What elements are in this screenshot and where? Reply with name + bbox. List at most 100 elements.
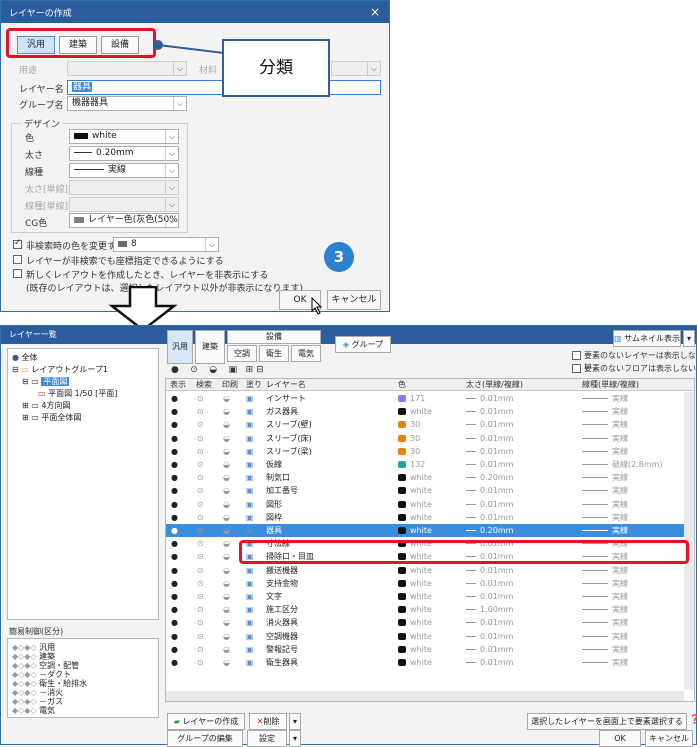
fill-icon[interactable]: ▣ [246,471,254,484]
create-layer-button[interactable]: ▰ レイヤーの作成 [167,713,245,730]
search-icon[interactable]: ⊙ [197,550,204,563]
fill-icon[interactable]: ▣ [246,630,254,643]
col-header-print[interactable]: 印刷 [222,379,238,391]
search-icon[interactable]: ⊙ [197,616,204,629]
print-icon[interactable]: ◒ [223,498,230,511]
fill-icon[interactable]: ▣ [246,484,254,497]
hide-new-layout-checkbox[interactable] [13,269,22,278]
search-icon[interactable]: ⊙ [197,537,204,550]
print-icon[interactable]: ◒ [223,471,230,484]
table-row[interactable]: ● ⊙ ◒ ▣ 文字 white 0.01mm 実線 [166,590,694,603]
col-header-fill[interactable]: 塗り [246,379,262,391]
print-icon[interactable]: ◒ [223,603,230,616]
fill-icon[interactable]: ▣ [246,564,254,577]
settings-button[interactable]: 設定 [247,730,287,747]
print-icon[interactable]: ◒ [223,524,230,537]
select-on-screen-button[interactable]: 選択したレイヤーを画面上で要素選択する [527,713,687,730]
fill-icon[interactable]: ▣ [246,511,254,524]
visible-icon[interactable]: ● [171,656,178,669]
fill-icon[interactable]: ▣ [246,656,254,669]
fill-icon[interactable]: ▣ [246,616,254,629]
search-icon[interactable]: ⊙ [197,432,204,445]
table-row[interactable]: ● ⊙ ◒ ▣ 警報記号 white 0.01mm 実線 [166,643,694,656]
filter-general-button[interactable]: 汎用 [167,330,193,364]
filter-sanitary-button[interactable]: 衛生 [259,345,289,362]
fill-icon[interactable]: ▣ [246,432,254,445]
filter-hvac-button[interactable]: 空調 [227,345,257,362]
ok-button[interactable]: OK [599,730,641,747]
print-icon[interactable]: ◒ [223,484,230,497]
visible-icon[interactable]: ● [171,630,178,643]
settings-dropdown-icon[interactable]: ▾ [289,730,301,747]
table-row[interactable]: ● ⊙ ◒ ▣ ガス器具 white 0.01mm 実線 [166,405,694,418]
fill-icon[interactable]: ▣ [246,577,254,590]
print-icon[interactable]: ◒ [223,511,230,524]
search-icon[interactable]: ⊙ [197,418,204,431]
print-icon[interactable]: ◒ [223,630,230,643]
fill-icon[interactable]: ▣ [246,458,254,471]
print-icon[interactable]: ◒ [223,445,230,458]
fill-icon[interactable]: ▣ [246,405,254,418]
visible-icon[interactable]: ● [171,564,178,577]
print-icon[interactable]: ◒ [223,458,230,471]
edit-group-button[interactable]: グループの編集 [167,730,243,747]
help-icon[interactable]: ❓ [689,715,697,725]
fill-icon[interactable]: ▣ [246,498,254,511]
visible-icon[interactable]: ● [171,484,178,497]
fill-icon[interactable]: ▣ [246,445,254,458]
search-icon[interactable]: ⊙ [197,484,204,497]
fill-icon[interactable]: ▣ [246,643,254,656]
horizontal-scrollbar[interactable] [166,691,684,701]
search-icon[interactable]: ⊙ [197,445,204,458]
print-icon[interactable]: ◒ [223,656,230,669]
visible-icon[interactable]: ● [171,550,178,563]
tree-item-all[interactable]: ● 全体 [12,352,38,364]
table-row[interactable]: ● ⊙ ◒ ▣ 施工区分 white 1.00mm 実線 [166,603,694,616]
visible-icon[interactable]: ● [171,590,178,603]
thickness-select[interactable]: 0.20mm ⌵ [69,146,179,161]
table-row[interactable]: ● ⊙ ◒ ▣ 搬送機器 white 0.01mm 実線 [166,564,694,577]
visible-icon[interactable]: ● [171,603,178,616]
table-row[interactable]: ● ⊙ ◒ ▣ 空調機器 white 0.01mm 実線 [166,630,694,643]
usage-select[interactable]: ⌵ [67,61,187,76]
table-row[interactable]: ● ⊙ ◒ ▣ 器具 white 0.20mm 実線 [166,524,694,538]
filter-electric-button[interactable]: 電気 [291,345,321,362]
visible-icon[interactable]: ● [171,445,178,458]
search-icon[interactable]: ⊙ [197,511,204,524]
visible-icon[interactable]: ● [171,537,178,550]
filter-building-button[interactable]: 建築 [195,330,225,364]
search-icon[interactable]: ⊙ [197,498,204,511]
cg-color-select[interactable]: レイヤー色(灰色(50%)) ⌵ [69,213,179,228]
group-button[interactable]: ◈ グループ [335,336,391,353]
table-row[interactable]: ● ⊙ ◒ ▣ 図形 white 0.01mm 実線 [166,498,694,511]
table-row[interactable]: ● ⊙ ◒ ▣ 加工番号 white 0.01mm 実線 [166,484,694,497]
print-icon[interactable]: ◒ [223,577,230,590]
tree-item-floorplan[interactable]: ⊟ ▭ 平面図 [22,376,70,388]
table-row[interactable]: ● ⊙ ◒ ▣ 衛生器具 white 0.01mm 実線 [166,656,694,669]
linetype-select[interactable]: 実線 ⌵ [69,163,179,178]
visible-icon[interactable]: ● [171,418,178,431]
col-header-visible[interactable]: 表示 [170,379,186,391]
print-icon[interactable]: ◒ [223,643,230,656]
search-icon[interactable]: ⊙ [197,577,204,590]
search-icon[interactable]: ⊙ [197,471,204,484]
print-icon[interactable]: ◒ [223,392,230,405]
search-icon[interactable]: ⊙ [197,643,204,656]
linetype-single-select[interactable]: ⌵ [69,197,179,212]
column-toggle-icons[interactable]: ● ⊙ ◒ ▣ ⊞ ⊟ [171,365,264,375]
col-header-search[interactable]: 検索 [196,379,212,391]
cancel-button[interactable]: キャンセル [327,290,381,310]
tree-item-floorplan-view[interactable]: ▭ 平面図 1/50 [平面] [38,388,117,400]
table-row[interactable]: ● ⊙ ◒ ▣ スリーブ(床) 30 0.01mm 実線 [166,432,694,445]
col-header-thickness[interactable]: 太さ(単線/複線) [466,379,523,391]
group-name-select[interactable]: 機器器具 ⌵ [67,96,187,111]
print-icon[interactable]: ◒ [223,564,230,577]
table-row[interactable]: ● ⊙ ◒ ▣ 支持金物 white 0.01mm 実線 [166,577,694,590]
print-icon[interactable]: ◒ [223,537,230,550]
fill-icon[interactable]: ▣ [246,524,254,537]
col-header-color[interactable]: 色 [398,379,406,391]
snap-nonsearch-checkbox[interactable] [13,255,22,264]
visible-icon[interactable]: ● [171,616,178,629]
nonsearch-color-checkbox[interactable] [13,238,22,249]
hide-empty-floors-checkbox[interactable] [572,364,581,373]
